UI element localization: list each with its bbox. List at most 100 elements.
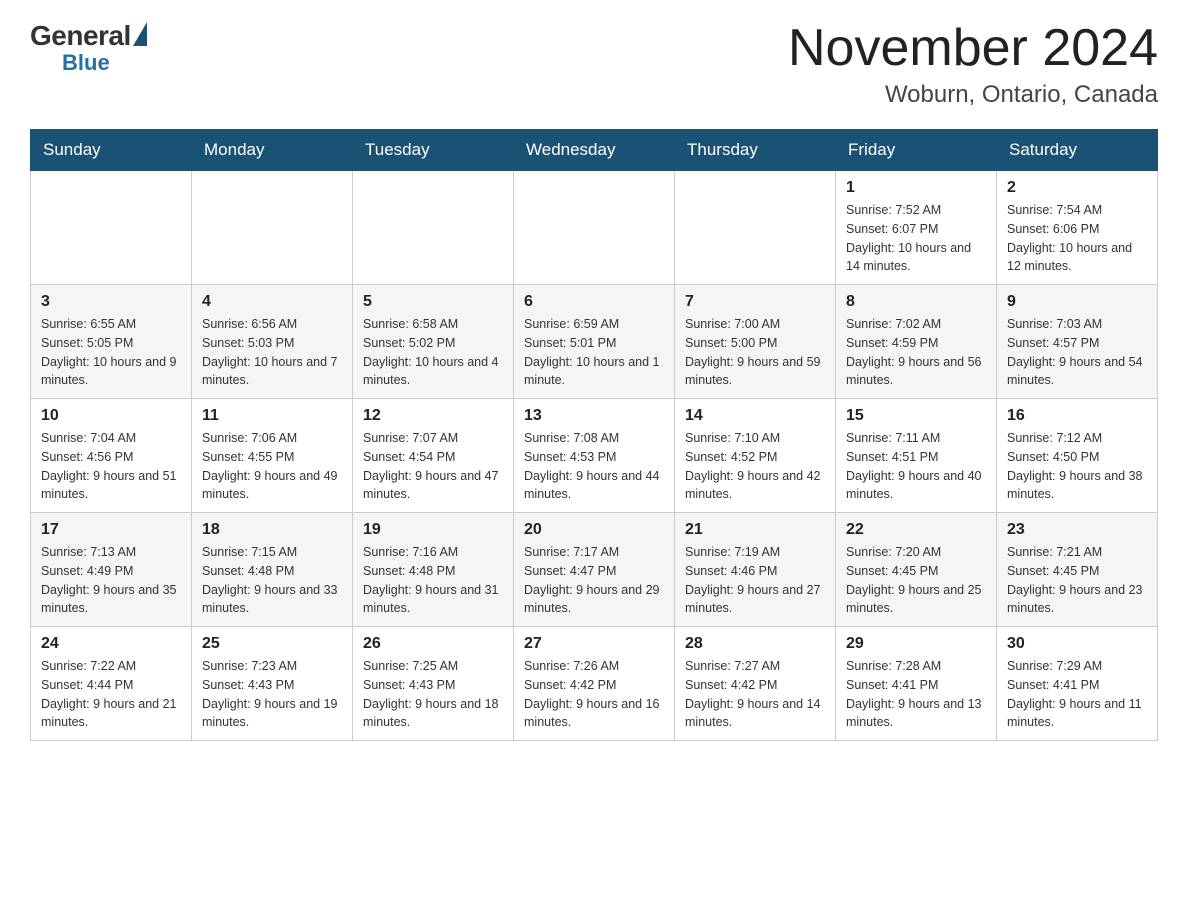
day-number: 10 [41,407,181,425]
day-number: 27 [524,635,664,653]
day-number: 7 [685,293,825,311]
table-row: 16Sunrise: 7:12 AM Sunset: 4:50 PM Dayli… [997,399,1158,513]
table-row: 26Sunrise: 7:25 AM Sunset: 4:43 PM Dayli… [353,627,514,741]
table-row: 19Sunrise: 7:16 AM Sunset: 4:48 PM Dayli… [353,513,514,627]
calendar-week-row: 3 Sunrise: 6:55 AM Sunset: 5:05 PM Daylig… [31,285,1158,399]
day-info: Sunrise: 7:21 AM Sunset: 4:45 PM Dayligh… [1007,543,1147,618]
day-number: 21 [685,521,825,539]
table-row: 24 Sunrise: 7:22 AM Sunset: 4:44 PM Dayli… [31,627,192,741]
header-monday: Monday [192,130,353,171]
day-info: Sunrise: 7:19 AM Sunset: 4:46 PM Dayligh… [685,543,825,618]
day-info: Sunrise: 7:23 AM Sunset: 4:43 PM Dayligh… [202,657,342,732]
table-row: 14 Sunrise: 7:10 AM Sunset: 4:52 PM Dayli… [675,399,836,513]
table-row: 20 Sunrise: 7:17 AM Sunset: 4:47 PM Dayli… [514,513,675,627]
calendar-header-row: Sunday Monday Tuesday Wednesday Thursday… [31,130,1158,171]
table-row: 18 Sunrise: 7:15 AM Sunset: 4:48 PM Dayli… [192,513,353,627]
table-row: 4 Sunrise: 6:56 AM Sunset: 5:03 PM Daylig… [192,285,353,399]
day-number: 25 [202,635,342,653]
table-row: 1 Sunrise: 7:52 AM Sunset: 6:07 PM Daylig… [836,171,997,285]
table-row: 10Sunrise: 7:04 AM Sunset: 4:56 PM Dayli… [31,399,192,513]
day-number: 14 [685,407,825,425]
day-number: 9 [1007,293,1147,311]
table-row: 12Sunrise: 7:07 AM Sunset: 4:54 PM Dayli… [353,399,514,513]
day-number: 23 [1007,521,1147,539]
table-row: 15 Sunrise: 7:11 AM Sunset: 4:51 PM Dayli… [836,399,997,513]
day-number: 30 [1007,635,1147,653]
day-number: 11 [202,407,342,425]
day-number: 20 [524,521,664,539]
location-subtitle: Woburn, Ontario, Canada [788,81,1158,109]
day-info: Sunrise: 6:58 AM Sunset: 5:02 PM Dayligh… [363,315,503,390]
day-info: Sunrise: 7:28 AM Sunset: 4:41 PM Dayligh… [846,657,986,732]
table-row: 13 Sunrise: 7:08 AM Sunset: 4:53 PM Dayli… [514,399,675,513]
day-info: Sunrise: 7:26 AM Sunset: 4:42 PM Dayligh… [524,657,664,732]
header-friday: Friday [836,130,997,171]
day-info: Sunrise: 7:25 AM Sunset: 4:43 PM Dayligh… [363,657,503,732]
logo-blue-text: Blue [62,50,110,76]
day-number: 1 [846,179,986,197]
day-info: Sunrise: 7:13 AM Sunset: 4:49 PM Dayligh… [41,543,181,618]
table-row: 9 Sunrise: 7:03 AM Sunset: 4:57 PM Daylig… [997,285,1158,399]
logo: General Blue [30,20,147,76]
table-row: 29 Sunrise: 7:28 AM Sunset: 4:41 PM Dayli… [836,627,997,741]
table-row: 2 Sunrise: 7:54 AM Sunset: 6:06 PM Daylig… [997,171,1158,285]
day-number: 16 [1007,407,1147,425]
day-number: 4 [202,293,342,311]
day-info: Sunrise: 7:15 AM Sunset: 4:48 PM Dayligh… [202,543,342,618]
day-info: Sunrise: 7:29 AM Sunset: 4:41 PM Dayligh… [1007,657,1147,732]
day-number: 24 [41,635,181,653]
day-info: Sunrise: 6:59 AM Sunset: 5:01 PM Dayligh… [524,315,664,390]
day-info: Sunrise: 7:00 AM Sunset: 5:00 PM Dayligh… [685,315,825,390]
logo-general-text: General [30,20,131,52]
table-row: 6 Sunrise: 6:59 AM Sunset: 5:01 PM Daylig… [514,285,675,399]
day-number: 28 [685,635,825,653]
day-info: Sunrise: 7:52 AM Sunset: 6:07 PM Dayligh… [846,201,986,276]
day-number: 13 [524,407,664,425]
table-row: 30 Sunrise: 7:29 AM Sunset: 4:41 PM Dayli… [997,627,1158,741]
header-tuesday: Tuesday [353,130,514,171]
day-info: Sunrise: 6:56 AM Sunset: 5:03 PM Dayligh… [202,315,342,390]
day-info: Sunrise: 7:20 AM Sunset: 4:45 PM Dayligh… [846,543,986,618]
table-row: 7 Sunrise: 7:00 AM Sunset: 5:00 PM Daylig… [675,285,836,399]
table-row: 11 Sunrise: 7:06 AM Sunset: 4:55 PM Dayli… [192,399,353,513]
calendar-week-row: 24 Sunrise: 7:22 AM Sunset: 4:44 PM Dayli… [31,627,1158,741]
day-info: Sunrise: 7:08 AM Sunset: 4:53 PM Dayligh… [524,429,664,504]
day-number: 18 [202,521,342,539]
page-header: General Blue November 2024 Woburn, Ontar… [30,20,1158,109]
table-row [353,171,514,285]
table-row: 27 Sunrise: 7:26 AM Sunset: 4:42 PM Dayli… [514,627,675,741]
header-wednesday: Wednesday [514,130,675,171]
day-info: Sunrise: 7:03 AM Sunset: 4:57 PM Dayligh… [1007,315,1147,390]
day-info: Sunrise: 7:07 AM Sunset: 4:54 PM Dayligh… [363,429,503,504]
day-info: Sunrise: 7:27 AM Sunset: 4:42 PM Dayligh… [685,657,825,732]
day-info: Sunrise: 7:10 AM Sunset: 4:52 PM Dayligh… [685,429,825,504]
calendar-table: Sunday Monday Tuesday Wednesday Thursday… [30,129,1158,741]
day-info: Sunrise: 7:16 AM Sunset: 4:48 PM Dayligh… [363,543,503,618]
table-row: 5Sunrise: 6:58 AM Sunset: 5:02 PM Daylig… [353,285,514,399]
day-number: 15 [846,407,986,425]
day-info: Sunrise: 7:06 AM Sunset: 4:55 PM Dayligh… [202,429,342,504]
day-info: Sunrise: 6:55 AM Sunset: 5:05 PM Dayligh… [41,315,181,390]
table-row [675,171,836,285]
header-saturday: Saturday [997,130,1158,171]
logo-triangle-icon [133,22,147,46]
calendar-week-row: 1 Sunrise: 7:52 AM Sunset: 6:07 PM Daylig… [31,171,1158,285]
table-row: 23 Sunrise: 7:21 AM Sunset: 4:45 PM Dayli… [997,513,1158,627]
day-info: Sunrise: 7:17 AM Sunset: 4:47 PM Dayligh… [524,543,664,618]
table-row: 3 Sunrise: 6:55 AM Sunset: 5:05 PM Daylig… [31,285,192,399]
day-info: Sunrise: 7:54 AM Sunset: 6:06 PM Dayligh… [1007,201,1147,276]
table-row [192,171,353,285]
month-year-title: November 2024 [788,20,1158,77]
table-row: 21 Sunrise: 7:19 AM Sunset: 4:46 PM Dayli… [675,513,836,627]
day-number: 17 [41,521,181,539]
day-number: 2 [1007,179,1147,197]
day-number: 29 [846,635,986,653]
day-number: 8 [846,293,986,311]
day-info: Sunrise: 7:22 AM Sunset: 4:44 PM Dayligh… [41,657,181,732]
day-number: 6 [524,293,664,311]
table-row: 22Sunrise: 7:20 AM Sunset: 4:45 PM Dayli… [836,513,997,627]
table-row: 28 Sunrise: 7:27 AM Sunset: 4:42 PM Dayli… [675,627,836,741]
day-number: 3 [41,293,181,311]
table-row: 17 Sunrise: 7:13 AM Sunset: 4:49 PM Dayli… [31,513,192,627]
day-info: Sunrise: 7:11 AM Sunset: 4:51 PM Dayligh… [846,429,986,504]
